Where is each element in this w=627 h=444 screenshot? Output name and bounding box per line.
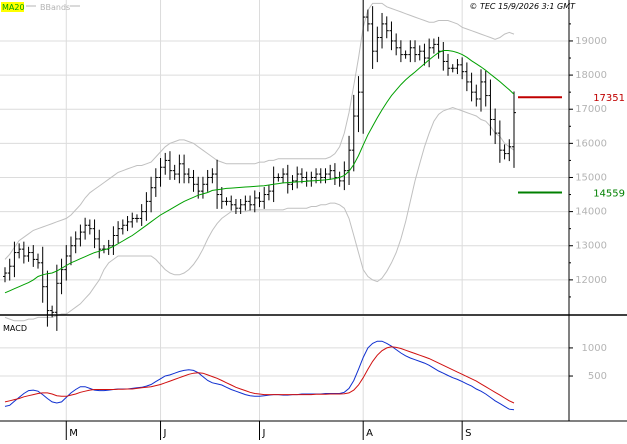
legend-ma20: MA20 <box>2 3 25 12</box>
macd-y-tick-label: 1000 <box>582 343 607 354</box>
price-y-tick-label: 16000 <box>575 138 607 149</box>
legend-bbands: BBands <box>40 3 70 12</box>
macd-y-tick-label: 500 <box>588 371 607 382</box>
price-y-tick-label: 19000 <box>575 36 607 47</box>
macd-title: MACD <box>3 324 27 333</box>
x-tick-label: J <box>262 428 266 439</box>
resistance-label: 17351 <box>593 93 625 104</box>
x-tick-label: A <box>366 428 373 439</box>
price-y-tick-label: 13000 <box>575 241 607 252</box>
price-y-tick-label: 12000 <box>575 275 607 286</box>
price-y-tick-label: 17000 <box>575 104 607 115</box>
price-y-tick-label: 15000 <box>575 172 607 183</box>
x-tick-label: S <box>465 428 471 439</box>
chart-container: 17351 14559 12000 13000 14000 15000 16000 1700… <box>0 0 627 440</box>
price-y-tick-label: 18000 <box>575 70 607 81</box>
x-tick-label: M <box>69 428 78 439</box>
price-panel <box>0 0 569 314</box>
price-macd-chart: 17351 14559 12000 13000 14000 15000 16000 1700… <box>0 0 627 440</box>
support-label: 14559 <box>593 189 625 200</box>
copyright-text: © TEC 15/9/2026 3:1 GMT <box>469 2 576 11</box>
price-y-tick-label: 14000 <box>575 207 607 218</box>
x-tick-label: J <box>163 428 167 439</box>
macd-panel <box>0 317 569 421</box>
